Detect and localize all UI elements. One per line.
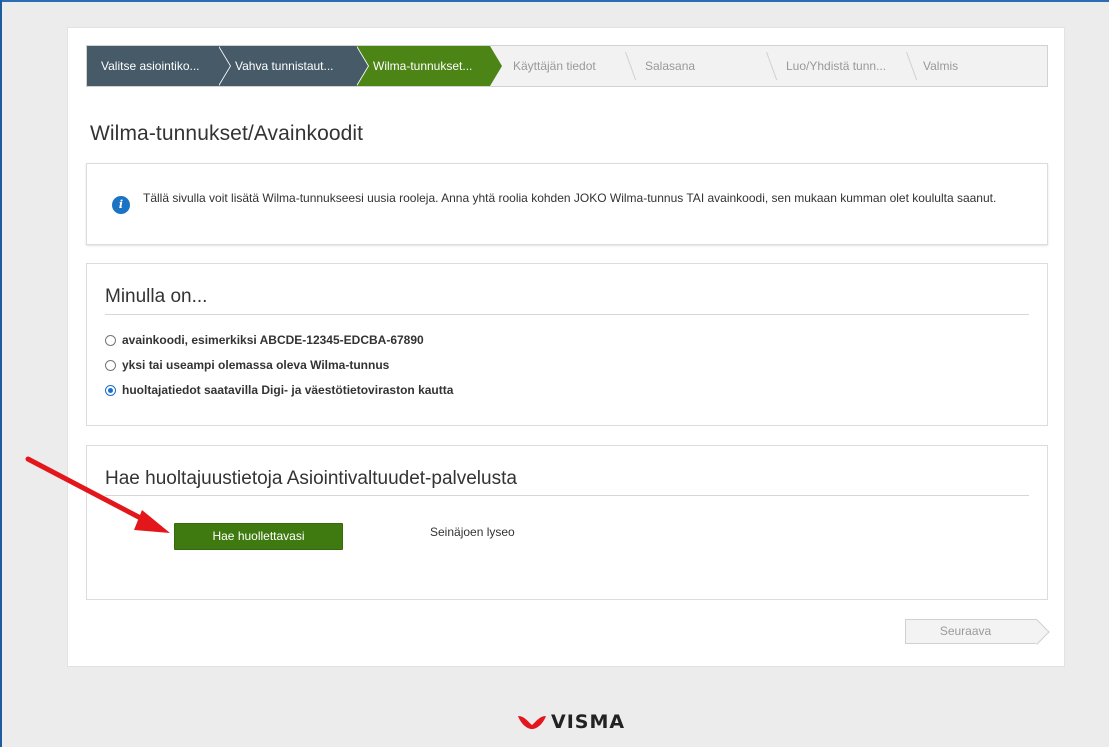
next-button-label: Seuraava	[939, 624, 992, 638]
section-divider	[105, 314, 1029, 315]
radio-option-avainkoodi[interactable]: avainkoodi, esimerkiksi ABCDE-12345-EDCB…	[105, 333, 424, 347]
section-divider	[105, 495, 1029, 496]
red-arrow-annotation	[25, 456, 170, 533]
arrow-shaft	[25, 456, 155, 527]
info-text: Tällä sivulla voit lisätä Wilma-tunnukse…	[143, 191, 997, 205]
window-left-edge	[0, 0, 2, 747]
step-label: Valitse asiointiko...	[101, 59, 200, 73]
step-label: Luo/Yhdistä tunn...	[786, 59, 887, 73]
radio-label: yksi tai useampi olemassa oleva Wilma-tu…	[122, 358, 390, 372]
step-label: Salasana	[645, 59, 696, 73]
step-luo-yhdista-tunnus: Luo/Yhdistä tunn...	[767, 46, 907, 86]
step-valmis: Valmis	[907, 46, 1047, 86]
step-kayttajan-tiedot: Käyttäjän tiedot	[490, 46, 626, 86]
step-label: Wilma-tunnukset...	[373, 59, 473, 73]
radio-button[interactable]	[105, 334, 116, 346]
step-label: Vahva tunnistaut...	[235, 59, 334, 73]
visma-logo: VISMA	[517, 711, 625, 733]
step-wilma-tunnukset[interactable]: Wilma-tunnukset...	[356, 46, 502, 86]
visma-logo-text: VISMA	[551, 711, 626, 733]
progress-stepper: Valitse asiointiko... Vahva tunnistaut..…	[86, 45, 1048, 87]
visma-swoosh-icon	[518, 716, 546, 729]
step-vahva-tunnistautuminen[interactable]: Vahva tunnistaut...	[218, 46, 369, 86]
credential-choice-panel: Minulla on... avainkoodi, esimerkiksi AB…	[86, 263, 1048, 426]
radio-label: huoltajatiedot saatavilla Digi- ja väest…	[122, 383, 454, 397]
radio-option-wilma-tunnus[interactable]: yksi tai useampi olemassa oleva Wilma-tu…	[105, 358, 389, 372]
next-button[interactable]: Seuraava	[905, 619, 1037, 644]
top-accent-rule	[0, 0, 1109, 2]
step-valitse-asiointikohde[interactable]: Valitse asiointiko...	[87, 46, 231, 86]
info-panel: i Tällä sivulla voit lisätä Wilma-tunnuk…	[86, 163, 1048, 245]
radio-button-selected[interactable]	[105, 384, 116, 396]
step-label: Käyttäjän tiedot	[513, 59, 596, 73]
page-title: Wilma-tunnukset/Avainkoodit	[90, 122, 364, 145]
step-salasana: Salasana	[626, 46, 767, 86]
school-name: Seinäjoen lyseo	[430, 525, 515, 539]
choice-section-title: Minulla on...	[105, 286, 208, 307]
fetch-guardianship-panel: Hae huoltajuustietoja Asiointivaltuudet-…	[86, 445, 1048, 600]
radio-button[interactable]	[105, 359, 116, 371]
info-icon: i	[112, 196, 130, 214]
wizard-card: Valitse asiointiko... Vahva tunnistaut..…	[67, 27, 1065, 667]
step-label: Valmis	[923, 59, 959, 73]
radio-option-huoltajatiedot[interactable]: huoltajatiedot saatavilla Digi- ja väest…	[105, 383, 453, 397]
fetch-dependents-button[interactable]: Hae huollettavasi	[174, 523, 343, 550]
arrow-head	[134, 510, 170, 533]
radio-label: avainkoodi, esimerkiksi ABCDE-12345-EDCB…	[122, 333, 424, 347]
